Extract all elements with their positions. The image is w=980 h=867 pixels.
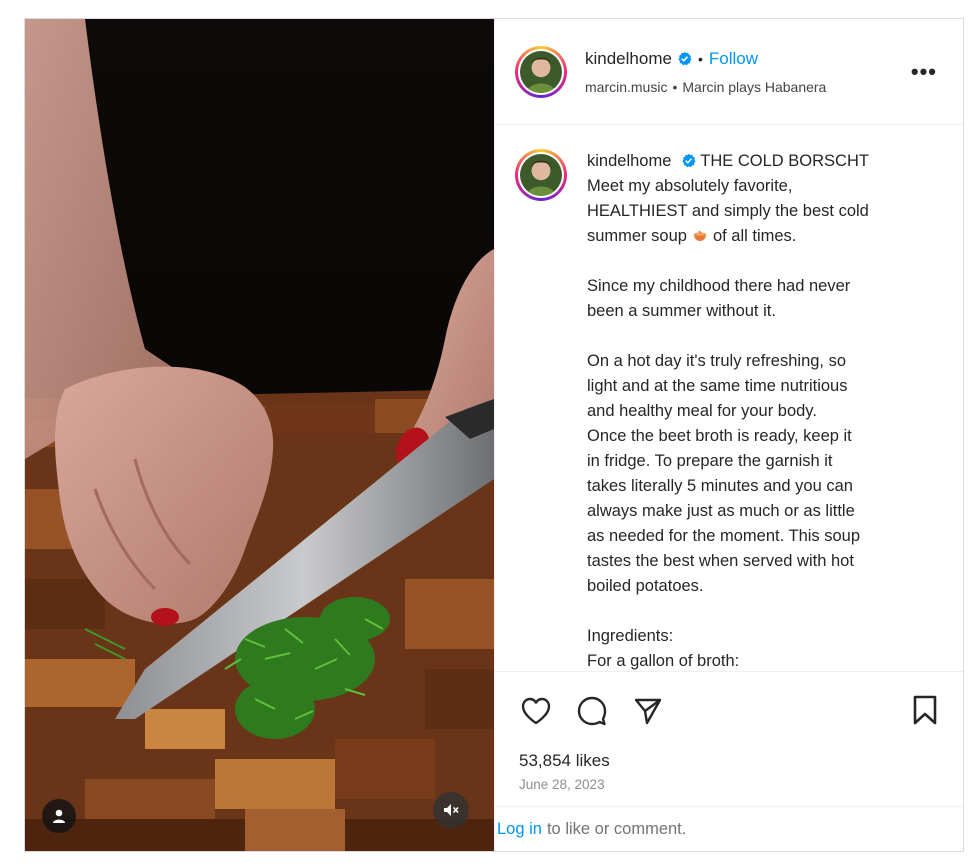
caption-section: kindelhome THE COLD BORSCHT Meet my abso…: [495, 125, 963, 671]
soup-emoji-icon: [693, 225, 707, 241]
action-bar: [495, 671, 963, 749]
caption-line: of all times.: [712, 227, 797, 245]
login-link[interactable]: Log in: [497, 820, 542, 839]
caption-line: Once the beet broth is ready, keep it: [587, 427, 852, 445]
separator-dot: •: [697, 50, 703, 67]
verified-badge-icon: [677, 51, 692, 66]
caption-line: boiled potatoes.: [587, 577, 704, 595]
caption-line: and healthy meal for your body.: [587, 402, 817, 420]
login-prompt-text: to like or comment.: [546, 819, 687, 838]
audio-track[interactable]: Marcin plays Habanera: [682, 79, 826, 95]
follow-button[interactable]: Follow: [709, 49, 758, 69]
audio-artist[interactable]: marcin.music: [585, 79, 667, 95]
bookmark-icon[interactable]: [911, 694, 941, 726]
caption-username[interactable]: kindelhome: [587, 152, 671, 170]
caption-line: takes literally 5 minutes and you can: [587, 477, 853, 495]
caption-line: Since my childhood there had never: [587, 277, 851, 295]
avatar[interactable]: [515, 45, 567, 98]
caption-line: On a hot day it's truly refreshing, so: [587, 352, 847, 370]
verified-badge-icon: [681, 151, 696, 168]
caption-line: always make just as much or as little: [587, 502, 855, 520]
more-options-icon[interactable]: •••: [911, 59, 937, 85]
caption-line: Meet my absolutely favorite,: [587, 177, 793, 195]
caption-line: For a gallon of broth:: [587, 652, 740, 670]
comment-icon[interactable]: [575, 694, 609, 728]
post-video[interactable]: [25, 19, 494, 851]
video-frame: [25, 19, 494, 851]
caption-line: as needed for the moment. This soup: [587, 527, 861, 545]
caption-line: in fridge. To prepare the garnish it: [587, 452, 833, 470]
share-icon[interactable]: [631, 694, 665, 728]
user-icon[interactable]: [42, 799, 76, 833]
likes-count[interactable]: 53,854 likes: [495, 749, 963, 771]
post-details: kindelhome • Follow marcin.music • Marcin …: [494, 19, 963, 851]
caption-line: Ingredients:: [587, 627, 674, 645]
login-prompt: Log in to like or comment.: [495, 806, 963, 851]
speaker-muted-icon[interactable]: [433, 792, 469, 828]
caption-line: HEALTHIEST and simply the best cold: [587, 202, 869, 220]
caption-title: THE COLD BORSCHT: [700, 152, 869, 170]
instagram-post: kindelhome • Follow marcin.music • Marcin …: [24, 18, 964, 852]
caption-text: kindelhome THE COLD BORSCHT Meet my abso…: [587, 149, 917, 671]
caption-avatar[interactable]: [515, 149, 567, 201]
author-username[interactable]: kindelhome: [585, 49, 672, 69]
caption-line: light and at the same time nutritious: [587, 377, 848, 395]
audio-info[interactable]: marcin.music • Marcin plays Habanera: [585, 79, 826, 95]
caption-line: tastes the best when served with hot: [587, 552, 854, 570]
post-date[interactable]: June 28, 2023: [495, 771, 963, 792]
post-header: kindelhome • Follow marcin.music • Marcin …: [495, 19, 963, 125]
caption-line: summer soup: [587, 227, 687, 245]
heart-icon[interactable]: [519, 694, 553, 728]
caption-line: been a summer without it.: [587, 302, 776, 320]
